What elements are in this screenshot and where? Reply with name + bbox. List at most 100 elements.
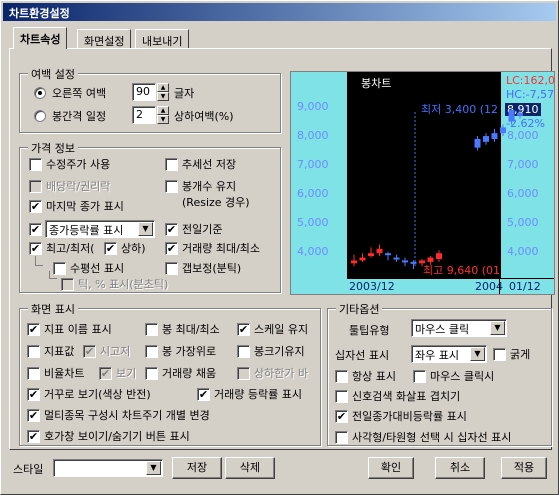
right-margin-input[interactable]: 90 — [132, 83, 156, 101]
rect-crosshair-checkbox[interactable] — [335, 431, 348, 444]
crosshair-select[interactable]: 좌우 표시 ▼ — [411, 345, 487, 363]
candle-max-min-checkbox[interactable] — [145, 323, 158, 336]
save-button[interactable]: 저장 — [172, 457, 222, 479]
vertical-margin-input[interactable]: 2 — [132, 106, 156, 124]
tick-percent-checkbox[interactable] — [61, 278, 74, 291]
spin-up-icon[interactable]: ▲ — [157, 83, 169, 92]
candle-body — [385, 253, 391, 256]
view-checkbox[interactable]: ✔ — [99, 367, 112, 380]
vertical-margin-unit: 상하여백(%) — [174, 110, 234, 123]
tree-connector — [49, 271, 57, 279]
mouse-click-label: 마우스 클릭시 — [430, 370, 495, 383]
dividend-checkbox[interactable] — [29, 180, 42, 193]
spin-down-icon[interactable]: ▼ — [157, 115, 169, 124]
candle-body — [500, 127, 506, 134]
indicator-name-checkbox[interactable]: ✔ — [27, 323, 40, 336]
tooltip-type-select[interactable]: 마우스 클릭 ▼ — [411, 319, 507, 337]
volume-fill-checkbox[interactable] — [145, 367, 158, 380]
fixed-gap-radio[interactable] — [34, 110, 46, 122]
updown-checkbox[interactable]: ✔ — [104, 242, 117, 255]
close-ratio-select[interactable]: 종가등락률 표시 ▼ — [45, 220, 155, 238]
candle-body — [427, 257, 434, 262]
candle-body — [517, 112, 523, 116]
ratio-chart-label: 비율차트 — [44, 367, 85, 380]
high-low-label: 최고/최저( — [46, 242, 95, 255]
last-close-checkbox[interactable]: ✔ — [29, 200, 42, 213]
keep-scale-checkbox[interactable]: ✔ — [237, 323, 250, 336]
last-close-label: 마지막 종가 표시 — [46, 200, 124, 213]
gap-adjust-checkbox[interactable] — [165, 262, 178, 275]
volume-high-low-checkbox[interactable]: ✔ — [165, 242, 178, 255]
candle-body — [483, 136, 489, 142]
crosshair-label: 십자선 표시 — [335, 349, 390, 362]
spin-down-icon[interactable]: ▼ — [157, 92, 169, 101]
indicator-value-checkbox[interactable] — [27, 345, 40, 358]
candle-body — [351, 260, 357, 264]
candle-count-checkbox[interactable] — [165, 180, 178, 193]
adjusted-price-checkbox[interactable] — [29, 158, 42, 171]
high-low-checkbox[interactable]: ✔ — [29, 242, 42, 255]
right-margin-radio[interactable] — [34, 87, 46, 99]
reverse-view-checkbox[interactable]: ✔ — [27, 388, 40, 401]
multi-period-checkbox[interactable]: ✔ — [27, 409, 40, 422]
crosshair-value: 좌우 표시 — [415, 349, 459, 362]
signal-arrow-checkbox[interactable] — [335, 390, 348, 403]
chevron-down-icon[interactable]: ▼ — [470, 347, 485, 361]
orderbook-button-checkbox[interactable]: ✔ — [27, 430, 40, 443]
candle-top-checkbox[interactable] — [145, 345, 158, 358]
bold-checkbox[interactable] — [493, 348, 506, 361]
orderbook-button-label: 호가창 보이기/숨기기 버튼 표시 — [44, 430, 190, 443]
chevron-down-icon[interactable]: ▼ — [146, 461, 161, 475]
apply-button[interactable]: 적용 — [501, 457, 547, 479]
candle-body — [402, 260, 408, 263]
candle-max-min-label: 봉 최대/최소 — [162, 323, 220, 336]
tab-export[interactable]: 내보내기 — [135, 29, 190, 49]
volume-ratio-label: 거래량 등락률 표시 — [214, 388, 302, 401]
style-select[interactable]: ▼ — [53, 459, 163, 477]
tab-screen-settings[interactable]: 화면설정 — [77, 29, 132, 49]
keep-candle-size-label: 봉크기유지 — [254, 345, 305, 358]
chevron-down-icon[interactable]: ▼ — [490, 321, 505, 335]
mouse-click-checkbox[interactable] — [413, 370, 426, 383]
ratio-chart-checkbox[interactable] — [27, 367, 40, 380]
close-ratio-checkbox[interactable]: ✔ — [29, 223, 42, 236]
candle-count-label: 봉개수 유지 — [182, 180, 237, 193]
prev-close-ratio-checkbox[interactable]: ✔ — [335, 410, 348, 423]
open-high-low-label: 시고저 — [100, 345, 131, 358]
horizontal-line-label: 수평선 표시 — [70, 262, 125, 275]
tick-percent-label: 틱, % 표시(분초틱) — [78, 278, 169, 291]
margin-group: 여백 설정 — [19, 66, 281, 133]
candle-body — [359, 257, 366, 261]
delete-button[interactable]: 삭제 — [225, 457, 275, 479]
keep-candle-size-checkbox[interactable] — [237, 345, 250, 358]
always-show-checkbox[interactable] — [335, 370, 348, 383]
reverse-view-label: 거꾸로 보기(색상 반전) — [44, 388, 151, 401]
keep-scale-label: 스케일 유지 — [254, 323, 309, 336]
chevron-down-icon[interactable]: ▼ — [138, 222, 153, 236]
screen-group-title: 화면 표시 — [28, 301, 78, 317]
always-show-label: 항상 표시 — [352, 370, 396, 383]
trendline-save-checkbox[interactable] — [165, 158, 178, 171]
fixed-gap-label: 봉간격 일정 — [52, 110, 107, 123]
right-margin-unit: 글자 — [174, 87, 195, 100]
chart-settings-dialog: 차트환경설정 차트속성 화면설정 내보내기 여백 설정 오른쪽 여백 90 ▲ … — [0, 0, 559, 495]
tab-chart-properties[interactable]: 차트속성 — [13, 27, 68, 49]
trendline-save-label: 추세선 저장 — [182, 158, 237, 171]
signal-arrow-label: 신호검색 화살표 겹치기 — [352, 390, 461, 403]
price-group-title: 가격 정보 — [28, 140, 78, 156]
candle-body — [393, 257, 400, 260]
open-high-low-checkbox[interactable]: ✔ — [83, 345, 96, 358]
dividend-label: 배당락/권리락 — [46, 180, 111, 193]
margin-group-title: 여백 설정 — [28, 66, 78, 82]
prev-close-ratio-label: 전일종가대비등락률 표시 — [352, 410, 467, 423]
cancel-button[interactable]: 취소 — [435, 457, 485, 479]
limit-bar-checkbox[interactable] — [237, 367, 250, 380]
volume-ratio-checkbox[interactable]: ✔ — [197, 388, 210, 401]
spin-up-icon[interactable]: ▲ — [157, 106, 169, 115]
ok-button[interactable]: 확인 — [368, 457, 414, 479]
candle-body — [368, 253, 374, 257]
close-ratio-value: 종가등락률 표시 — [49, 224, 124, 237]
candle-body — [419, 260, 425, 264]
adjusted-price-label: 수정주가 사용 — [46, 158, 111, 171]
prev-day-checkbox[interactable]: ✔ — [165, 223, 178, 236]
